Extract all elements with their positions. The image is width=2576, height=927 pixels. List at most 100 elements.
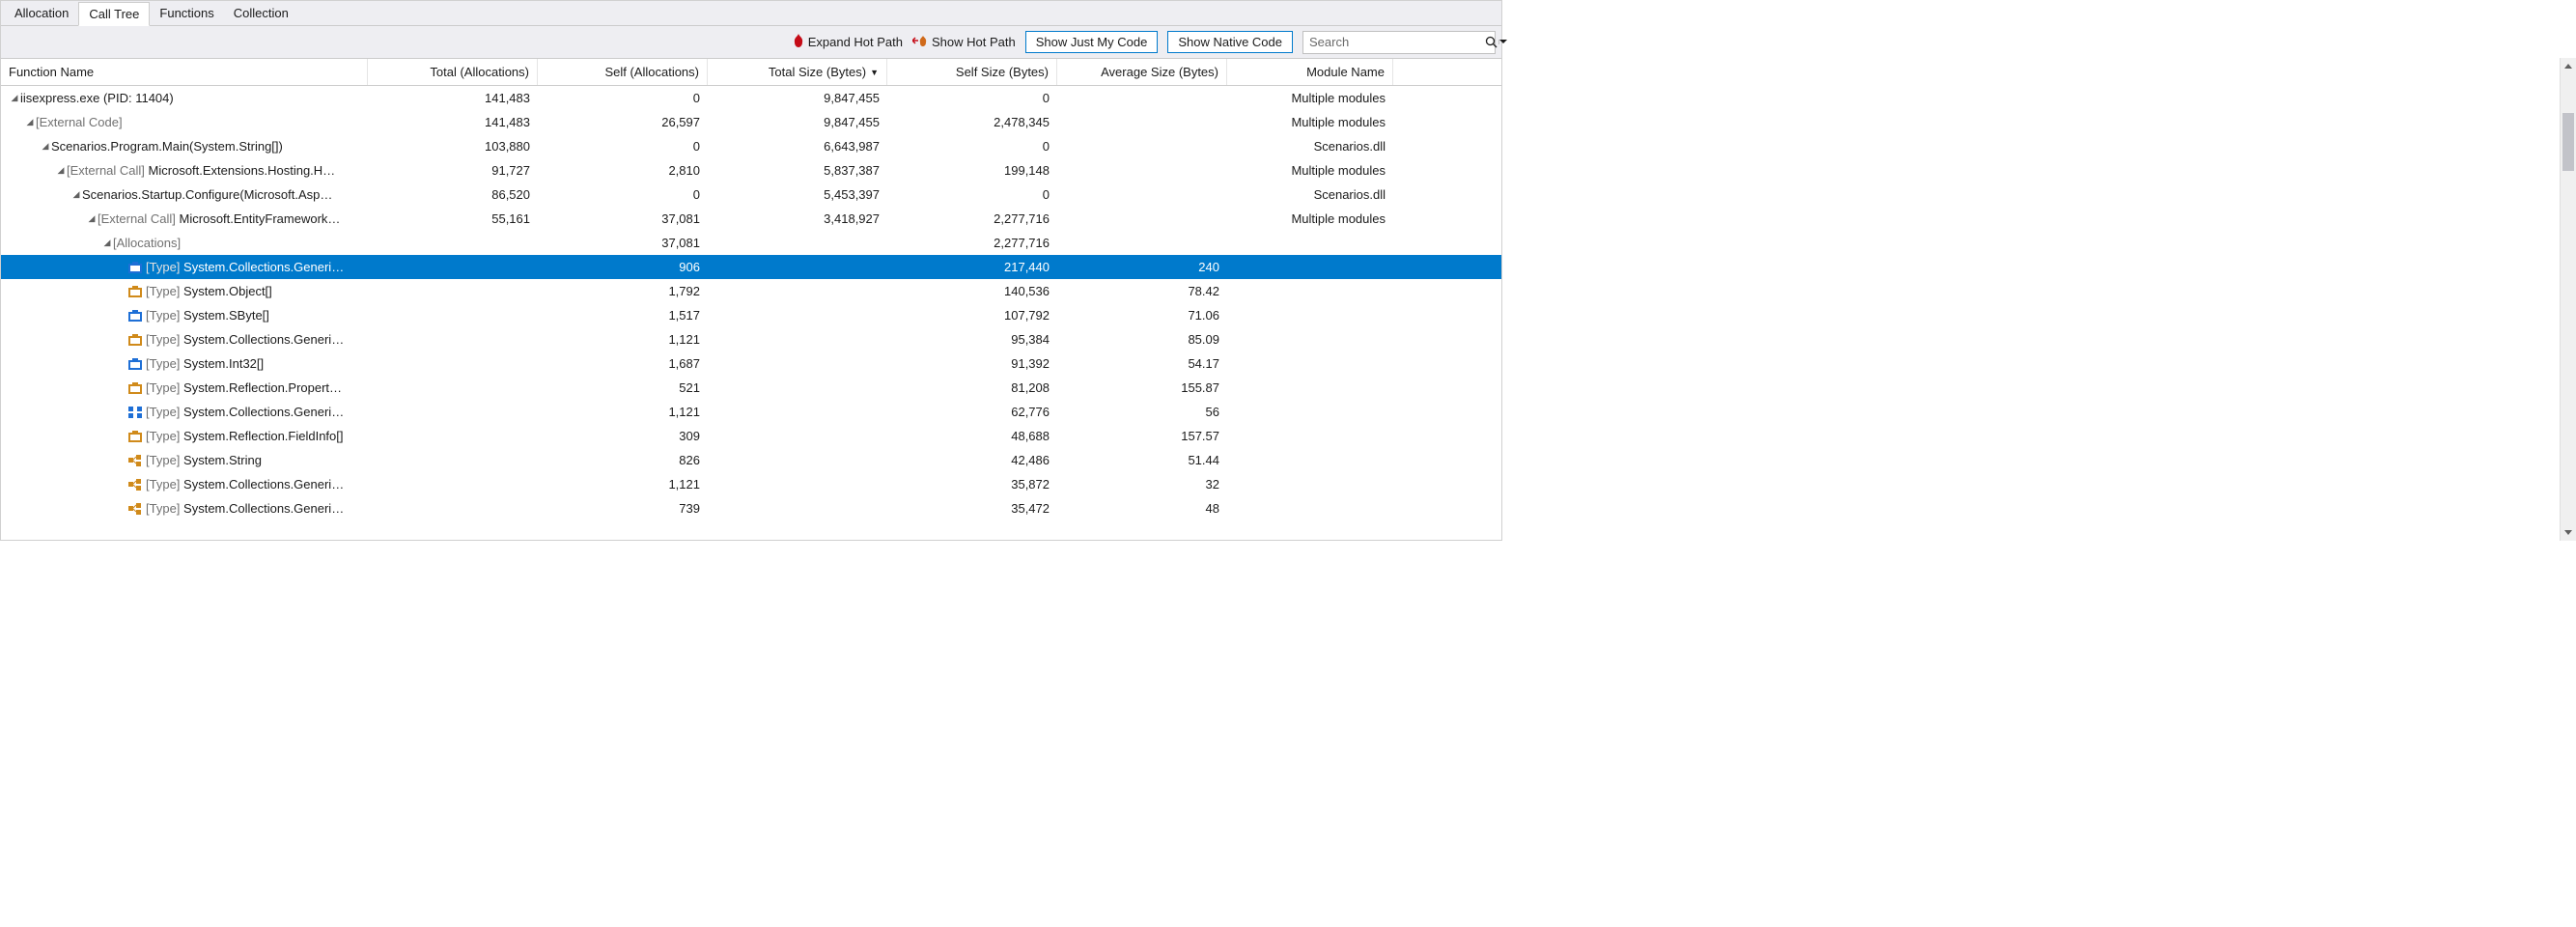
table-row[interactable]: [Type] System.Reflection.Propert…52181,2… xyxy=(1,376,1501,400)
table-row[interactable]: ◢iisexpress.exe (PID: 11404)141,48309,84… xyxy=(1,86,1501,110)
table-row[interactable]: [Type] System.Reflection.FieldInfo[]3094… xyxy=(1,424,1501,448)
function-name-label: [External Code] xyxy=(36,115,123,129)
vertical-scrollbar[interactable] xyxy=(2560,58,2576,541)
search-dropdown-icon[interactable] xyxy=(1498,40,1507,44)
table-row[interactable]: ◢Scenarios.Program.Main(System.String[])… xyxy=(1,134,1501,158)
average-size-cell: 85.09 xyxy=(1057,332,1227,347)
average-size-cell: 78.42 xyxy=(1057,284,1227,298)
function-name-cell: ◢iisexpress.exe (PID: 11404) xyxy=(1,91,368,105)
module-name-cell: Multiple modules xyxy=(1227,211,1393,226)
self-allocations-cell: 1,121 xyxy=(538,405,708,419)
function-name-label: Scenarios.Program.Main(System.String[]) xyxy=(51,139,283,154)
expander-open-icon[interactable]: ◢ xyxy=(101,238,113,248)
expander-open-icon[interactable]: ◢ xyxy=(70,189,82,200)
total-allocations-cell: 141,483 xyxy=(368,115,538,129)
tab-functions[interactable]: Functions xyxy=(150,2,223,24)
self-allocations-cell: 1,121 xyxy=(538,332,708,347)
function-name-cell: [Type] System.Collections.Generi… xyxy=(1,477,368,492)
function-name-cell: [Type] System.Object[] xyxy=(1,284,368,298)
table-row[interactable]: [Type] System.Collections.Generi…1,12162… xyxy=(1,400,1501,424)
module-name-cell: Multiple modules xyxy=(1227,91,1393,105)
total-allocations-cell: 91,727 xyxy=(368,163,538,178)
self-allocations-cell: 37,081 xyxy=(538,211,708,226)
average-size-cell: 48 xyxy=(1057,501,1227,516)
table-row[interactable]: [Type] System.SByte[]1,517107,79271.06 xyxy=(1,303,1501,327)
function-name-label: [Type] System.String xyxy=(146,453,262,467)
table-row[interactable]: [Type] System.Object[]1,792140,53678.42 xyxy=(1,279,1501,303)
flame-arrow-icon xyxy=(912,34,928,50)
expander-open-icon[interactable]: ◢ xyxy=(86,213,98,224)
column-header-3[interactable]: Total Size (Bytes)▼ xyxy=(708,59,887,85)
tab-allocation[interactable]: Allocation xyxy=(5,2,78,24)
total-size-cell: 5,837,387 xyxy=(708,163,887,178)
expander-open-icon[interactable]: ◢ xyxy=(55,165,67,176)
table-row[interactable]: [Type] System.Collections.Generi…73935,4… xyxy=(1,496,1501,520)
column-header-1[interactable]: Total (Allocations) xyxy=(368,59,538,85)
expander-open-icon[interactable]: ◢ xyxy=(9,93,20,103)
average-size-cell: 157.57 xyxy=(1057,429,1227,443)
table-row[interactable]: [Type] System.Collections.Generi…906217,… xyxy=(1,255,1501,279)
scroll-up-icon[interactable] xyxy=(2561,58,2576,74)
module-name-cell: Scenarios.dll xyxy=(1227,187,1393,202)
scroll-down-icon[interactable] xyxy=(2561,524,2576,541)
self-allocations-cell: 0 xyxy=(538,139,708,154)
table-row[interactable]: ◢[Allocations]37,0812,277,716 xyxy=(1,231,1501,255)
flame-icon xyxy=(793,34,804,50)
self-allocations-cell: 309 xyxy=(538,429,708,443)
self-allocations-cell: 1,121 xyxy=(538,477,708,492)
table-row[interactable]: [Type] System.Collections.Generi…1,12135… xyxy=(1,472,1501,496)
column-header-4[interactable]: Self Size (Bytes) xyxy=(887,59,1057,85)
show-just-my-code-button[interactable]: Show Just My Code xyxy=(1025,31,1159,53)
function-name-label: [Type] System.Object[] xyxy=(146,284,272,298)
call-tree-body: ◢iisexpress.exe (PID: 11404)141,48309,84… xyxy=(1,86,1501,542)
table-row[interactable]: [Type] System.String82642,48651.44 xyxy=(1,448,1501,472)
function-name-label: [Type] System.Collections.Generi… xyxy=(146,332,344,347)
column-header-2[interactable]: Self (Allocations) xyxy=(538,59,708,85)
total-size-cell: 6,643,987 xyxy=(708,139,887,154)
function-name-cell: ◢[Allocations] xyxy=(1,236,368,250)
column-label: Total (Allocations) xyxy=(430,65,529,79)
table-row[interactable]: ◢[External Code]141,48326,5979,847,4552,… xyxy=(1,110,1501,134)
show-hot-path-link[interactable]: Show Hot Path xyxy=(912,34,1016,50)
self-size-cell: 0 xyxy=(887,187,1057,202)
self-allocations-cell: 1,517 xyxy=(538,308,708,323)
scrollbar-thumb[interactable] xyxy=(2562,113,2574,171)
function-name-label: [Type] System.Collections.Generi… xyxy=(146,260,344,274)
expander-open-icon[interactable]: ◢ xyxy=(40,141,51,152)
scrollbar-track[interactable] xyxy=(2561,74,2576,524)
self-allocations-cell: 0 xyxy=(538,187,708,202)
table-row[interactable]: ◢[External Call] Microsoft.Extensions.Ho… xyxy=(1,158,1501,183)
column-header-0[interactable]: Function Name xyxy=(1,59,368,85)
self-allocations-cell: 26,597 xyxy=(538,115,708,129)
module-name-cell: Multiple modules xyxy=(1227,163,1393,178)
self-size-cell: 2,277,716 xyxy=(887,236,1057,250)
search-icon[interactable] xyxy=(1485,36,1498,49)
sort-descending-icon: ▼ xyxy=(870,68,879,77)
show-native-code-button[interactable]: Show Native Code xyxy=(1167,31,1293,53)
self-size-cell: 42,486 xyxy=(887,453,1057,467)
function-name-cell: [Type] System.SByte[] xyxy=(1,308,368,323)
function-name-label: [Type] System.Collections.Generi… xyxy=(146,477,344,492)
column-label: Module Name xyxy=(1306,65,1385,79)
expand-hot-path-link[interactable]: Expand Hot Path xyxy=(793,34,903,50)
column-header-6[interactable]: Module Name xyxy=(1227,59,1393,85)
average-size-cell: 51.44 xyxy=(1057,453,1227,467)
table-row[interactable]: [Type] System.Int32[]1,68791,39254.17 xyxy=(1,351,1501,376)
table-row[interactable]: [Type] System.Collections.Generi…1,12195… xyxy=(1,327,1501,351)
total-size-cell: 5,453,397 xyxy=(708,187,887,202)
function-name-cell: [Type] System.Collections.Generi… xyxy=(1,332,368,347)
self-allocations-cell: 739 xyxy=(538,501,708,516)
average-size-cell: 56 xyxy=(1057,405,1227,419)
box-blue-icon xyxy=(128,310,142,322)
column-label: Function Name xyxy=(9,65,94,79)
class-orange-icon xyxy=(128,455,142,466)
tab-collection[interactable]: Collection xyxy=(224,2,298,24)
table-row[interactable]: ◢[External Call] Microsoft.EntityFramewo… xyxy=(1,207,1501,231)
column-header-5[interactable]: Average Size (Bytes) xyxy=(1057,59,1227,85)
tab-call-tree[interactable]: Call Tree xyxy=(78,2,150,26)
table-row[interactable]: ◢Scenarios.Startup.Configure(Microsoft.A… xyxy=(1,183,1501,207)
expander-open-icon[interactable]: ◢ xyxy=(24,117,36,127)
box-orange-icon xyxy=(128,382,142,394)
self-size-cell: 35,472 xyxy=(887,501,1057,516)
search-input[interactable] xyxy=(1303,33,1485,51)
